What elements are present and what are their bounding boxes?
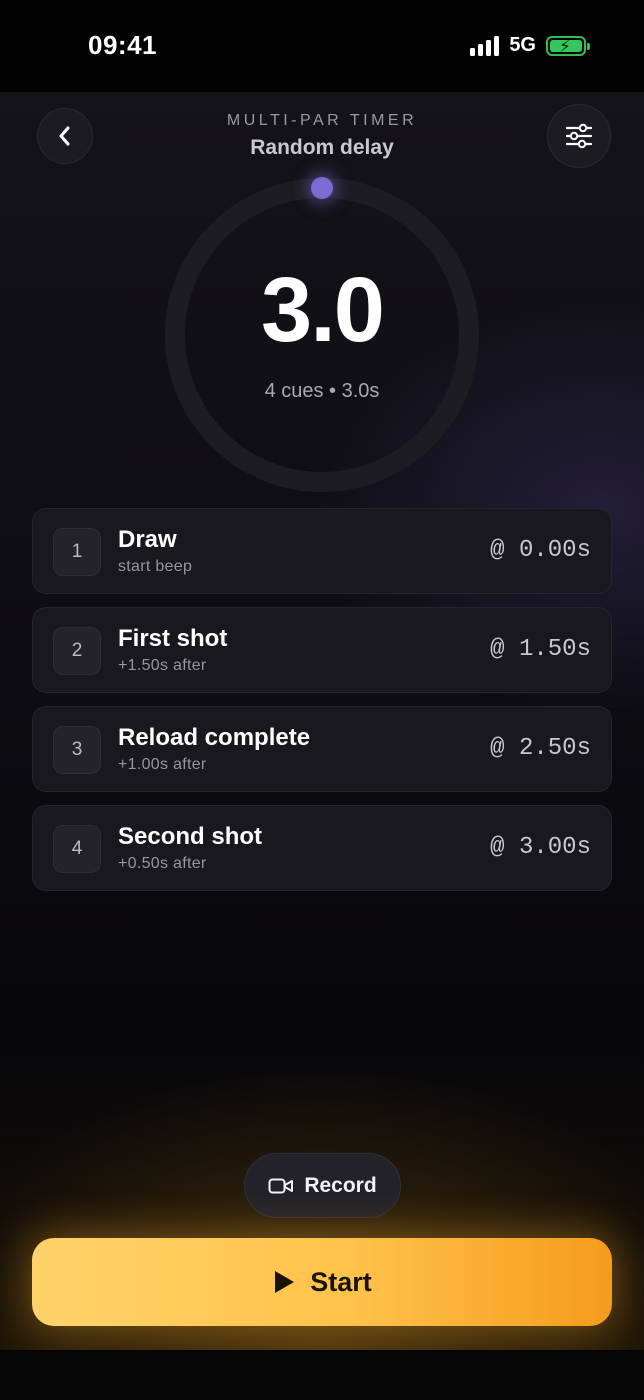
cue-time: @ 1.50s xyxy=(490,636,591,663)
dial-value: 3.0 xyxy=(261,259,385,361)
cue-number: 4 xyxy=(53,825,101,873)
signal-icon xyxy=(470,35,500,56)
home-indicator-area xyxy=(0,1350,644,1400)
network-type: 5G xyxy=(509,34,536,56)
cue-item[interactable]: 4 Second shot +0.50s after @ 3.00s xyxy=(32,805,612,891)
cue-title: Reload complete xyxy=(118,724,311,751)
record-label: Record xyxy=(304,1173,377,1197)
cue-time: @ 3.00s xyxy=(490,834,591,861)
start-button[interactable]: Start xyxy=(32,1238,612,1326)
cue-time: @ 0.00s xyxy=(490,537,591,564)
cue-number: 1 xyxy=(53,528,101,576)
video-camera-icon xyxy=(268,1178,294,1193)
cue-item[interactable]: 2 First shot +1.50s after @ 1.50s xyxy=(32,607,612,693)
cue-number: 2 xyxy=(53,627,101,675)
cue-time: @ 2.50s xyxy=(490,735,591,762)
cue-item[interactable]: 3 Reload complete +1.00s after @ 2.50s xyxy=(32,706,612,792)
record-button[interactable]: Record xyxy=(244,1153,401,1218)
dial-knob[interactable] xyxy=(311,177,333,199)
play-icon xyxy=(275,1271,295,1293)
battery-icon: ⚡ xyxy=(546,35,590,56)
cue-list: 1 Draw start beep @ 0.00s 2 First shot +… xyxy=(32,508,612,904)
status-time: 09:41 xyxy=(88,30,157,60)
cue-subtitle: +1.50s after xyxy=(118,657,207,674)
start-label: Start xyxy=(310,1266,372,1297)
cue-title: Second shot xyxy=(118,823,263,850)
cue-subtitle: +1.00s after xyxy=(118,756,207,773)
status-indicators: 5G ⚡ xyxy=(470,34,590,57)
status-bar: 09:41 5G ⚡ xyxy=(0,0,644,92)
timer-screen: MULTI-PAR TIMER Random delay 3.0 4 cues … xyxy=(0,92,644,1350)
cue-subtitle: +0.50s after xyxy=(118,855,207,872)
dial-summary: 4 cues • 3.0s xyxy=(264,380,380,402)
cue-number: 3 xyxy=(53,726,101,774)
cue-title: First shot xyxy=(118,625,228,652)
cue-subtitle: start beep xyxy=(118,558,193,575)
timer-dial[interactable]: 3.0 4 cues • 3.0s xyxy=(165,177,479,492)
cue-title: Draw xyxy=(118,526,177,553)
cue-item[interactable]: 1 Draw start beep @ 0.00s xyxy=(32,508,612,594)
settings-button[interactable] xyxy=(547,104,611,168)
sliders-icon xyxy=(565,123,593,149)
